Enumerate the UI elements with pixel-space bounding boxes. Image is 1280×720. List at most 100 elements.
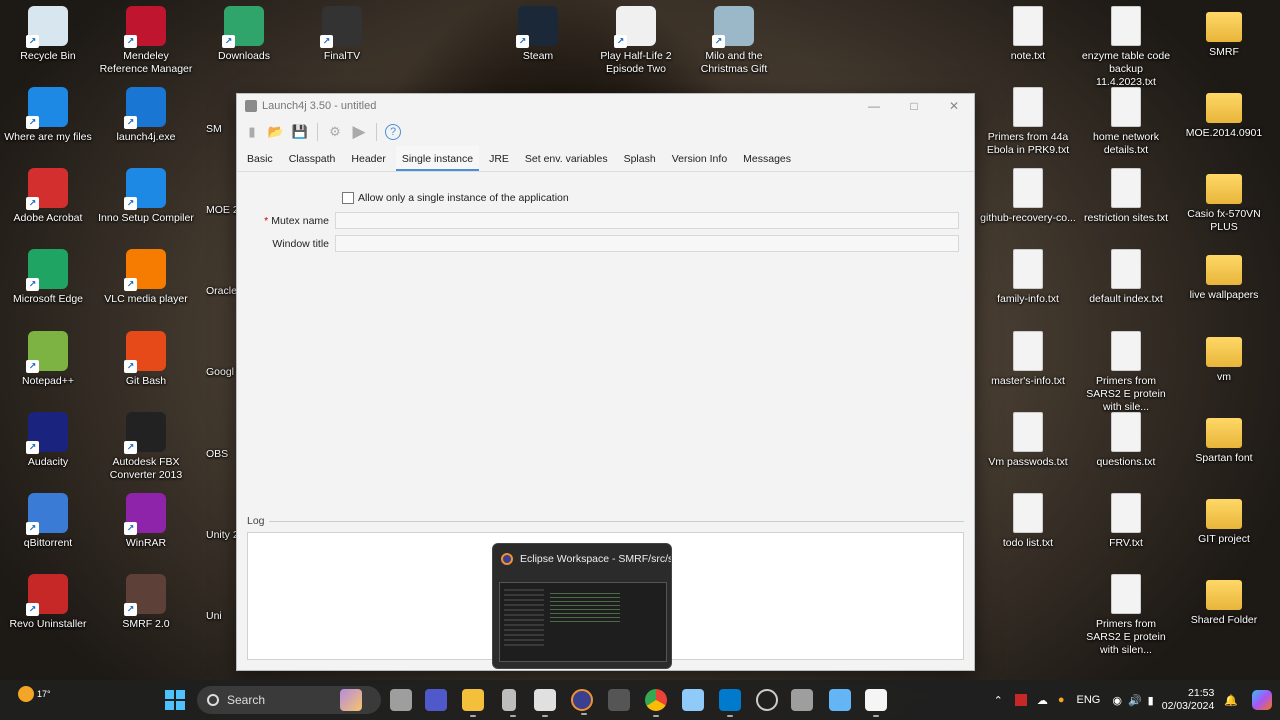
desktop-item[interactable]: ↗ Steam [490,6,586,63]
virtualbox-icon[interactable] [791,689,813,711]
volume-icon[interactable]: 🔊 [1128,694,1142,707]
tab-header[interactable]: Header [345,146,391,171]
vm-folder-icon [1206,337,1242,367]
tab-set-env-variables[interactable]: Set env. variables [519,146,614,171]
battery-icon[interactable]: ▮ [1148,694,1154,707]
desktop-item[interactable]: ↗ VLC media player [98,249,194,306]
desktop-item[interactable]: ↗ Audacity [0,412,96,469]
obs-icon[interactable] [756,689,778,711]
clock[interactable]: 21:53 02/03/2024 [1162,687,1215,713]
desktop-item[interactable]: Primers from SARS2 E protein with sile..… [1078,331,1174,414]
desktop-item[interactable]: Primers from 44a Ebola in PRK9.txt [980,87,1076,157]
window-title-field[interactable] [335,235,959,252]
windows-logo-tile [176,690,185,699]
desktop-item[interactable]: vm [1176,331,1272,384]
tab-basic[interactable]: Basic [241,146,279,171]
usb-app-icon[interactable] [502,689,516,717]
notification-bell-icon[interactable]: 🔔 [1224,694,1238,707]
java-icon[interactable] [865,689,887,717]
desktop-item[interactable]: Spartan font [1176,412,1272,465]
taskbar-preview[interactable]: Eclipse Workspace - SMRF/src/s... [492,543,672,669]
desktop-item[interactable]: ↗ FinalTV [294,6,390,63]
desktop-item[interactable]: restriction sites.txt [1078,168,1174,225]
mutex-name-field[interactable] [335,212,959,229]
tab-version-info[interactable]: Version Info [666,146,733,171]
photos-icon[interactable] [682,689,704,711]
unity-icon[interactable] [608,689,630,711]
save-icon[interactable]: 💾 [291,123,309,141]
notepad-icon[interactable] [829,689,851,711]
eclipse-taskbar-icon[interactable] [571,689,593,715]
tray-cloud-icon[interactable]: ☁ [1037,694,1048,707]
close-icon[interactable]: ✕ [934,94,974,118]
desktop-item[interactable]: ↗ Downloads [196,6,292,63]
help-icon[interactable]: ? [385,124,401,140]
desktop-item[interactable]: ↗ WinRAR [98,493,194,550]
desktop-item[interactable]: GIT project [1176,493,1272,546]
desktop-item[interactable]: ↗ Milo and the Christmas Gift [686,6,782,76]
teams-icon[interactable] [425,689,447,711]
desktop-item[interactable]: note.txt [980,6,1076,63]
desktop-item[interactable]: Casio fx-570VN PLUS [1176,168,1272,234]
tab-single-instance[interactable]: Single instance [395,146,480,171]
desktop-item[interactable]: github-recovery-co... [980,168,1076,225]
tab-jre[interactable]: JRE [483,146,515,171]
desktop-item-label: Milo and the Christmas Gift [700,50,768,75]
build-gear-icon[interactable]: ⚙ [326,123,344,141]
desktop-item[interactable]: live wallpapers [1176,249,1272,302]
open-icon[interactable]: 📂 [267,123,285,141]
tab-splash[interactable]: Splash [618,146,662,171]
language-indicator[interactable]: ENG [1077,694,1101,706]
launch4j-taskbar-icon[interactable] [534,689,556,717]
desktop-item[interactable]: family-info.txt [980,249,1076,306]
desktop-item[interactable]: todo list.txt [980,493,1076,550]
desktop-item[interactable]: ↗ qBittorrent [0,493,96,550]
desktop-item[interactable]: ↗ Microsoft Edge [0,249,96,306]
chevron-up-icon[interactable]: ⌃ [994,694,1003,707]
desktop-item[interactable]: Vm passwods.txt [980,412,1076,469]
vscode-icon[interactable] [719,689,741,717]
winrar-icon: ↗ [124,493,166,535]
tab-classpath[interactable]: Classpath [283,146,342,171]
desktop-item[interactable]: ↗ Recycle Bin [0,6,96,63]
new-icon[interactable]: ▮ [243,123,261,141]
desktop-item[interactable]: home network details.txt [1078,87,1174,157]
minimize-icon[interactable]: — [854,94,894,118]
weather-widget[interactable]: 17° [18,686,51,702]
desktop-item[interactable]: ↗ Play Half-Life 2 Episode Two [588,6,684,76]
file-explorer-icon[interactable] [462,689,484,717]
preview-thumbnail[interactable] [499,582,667,662]
desktop-item[interactable]: ↗ Notepad++ [0,331,96,388]
maximize-icon[interactable]: □ [894,94,934,118]
desktop-item[interactable]: ↗ Adobe Acrobat [0,168,96,225]
desktop-item[interactable]: master's-info.txt [980,331,1076,388]
desktop-item[interactable]: ↗ Where are my files [0,87,96,144]
desktop-item[interactable]: Shared Folder [1176,574,1272,627]
desktop-item[interactable]: ↗ Revo Uninstaller [0,574,96,631]
desktop-item[interactable]: Primers from SARS2 E protein with silen.… [1078,574,1174,657]
desktop-item[interactable]: default index.txt [1078,249,1174,306]
title-bar[interactable]: Launch4j 3.50 - untitled — □ ✕ [237,94,974,118]
desktop-item[interactable]: SMRF [1176,6,1272,59]
start-button[interactable] [165,690,185,710]
desktop-item[interactable]: ↗ launch4j.exe [98,87,194,144]
shortcut-arrow-icon: ↗ [124,197,137,210]
desktop-item[interactable]: ↗ Mendeley Reference Manager [98,6,194,76]
single-instance-checkbox[interactable] [342,192,354,204]
copilot-icon[interactable] [1252,690,1272,710]
run-icon[interactable]: ▶ [350,122,368,141]
desktop-item[interactable]: ↗ Autodesk FBX Converter 2013 [98,412,194,482]
desktop-item[interactable]: ↗ Inno Setup Compiler [98,168,194,225]
microphone-icon[interactable]: ● [1058,694,1065,706]
task-view-icon[interactable] [390,689,412,711]
desktop-item[interactable]: ↗ SMRF 2.0 [98,574,194,631]
desktop-item[interactable]: enzyme table code backup 11.4.2023.txt [1078,6,1174,89]
tray-app-icon[interactable] [1014,694,1027,706]
desktop-item[interactable]: FRV.txt [1078,493,1174,550]
desktop-item[interactable]: questions.txt [1078,412,1174,469]
desktop-item[interactable]: MOE.2014.0901 [1176,87,1272,140]
desktop-item[interactable]: ↗ Git Bash [98,331,194,388]
tab-messages[interactable]: Messages [737,146,797,171]
chrome-icon[interactable] [645,689,667,717]
network-icon[interactable]: ◉ [1112,694,1122,707]
